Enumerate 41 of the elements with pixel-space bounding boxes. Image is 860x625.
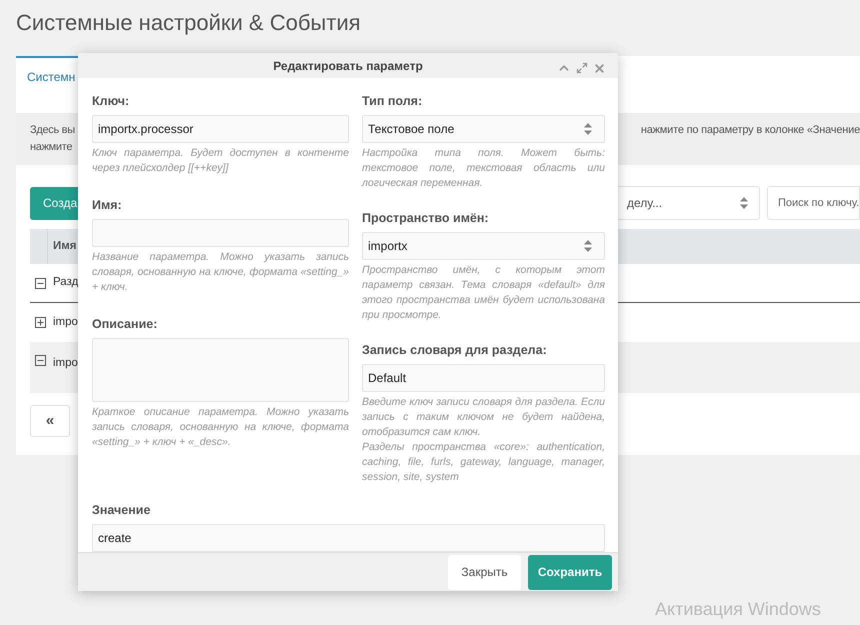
help-text: Разделы пространства «core»: authentication, caching, file, furls, gateway, language, manager, session, site, system: [362, 440, 605, 486]
help-text: Ключ параметра. Будет доступен в контенте через плейсхолдер [[++key]]: [92, 146, 349, 176]
help-text: Краткое описание параметра. Можно указать запись словаря, основанную на ключе, формата «setting_» + ключ + «_desc».: [92, 405, 349, 450]
field-label: Имя:: [92, 198, 123, 214]
field-label: Пространство имён:: [362, 211, 490, 226]
textarea-field[interactable]: [92, 338, 349, 402]
minus-box-icon[interactable]: [35, 278, 46, 288]
text-field[interactable]: Default: [362, 364, 605, 392]
dialog-title: Редактировать параметр: [273, 58, 423, 75]
sort-arrows-icon: [584, 240, 592, 252]
close-button[interactable]: Закрыть: [448, 554, 521, 590]
select-field[interactable]: importx: [362, 232, 605, 260]
field-label: Тип поля:: [362, 94, 424, 110]
text-field[interactable]: importx.processor: [92, 115, 349, 144]
field-label: Описание:: [92, 317, 158, 332]
description-text: Здесь вы: [30, 123, 75, 138]
row-label: impo: [53, 314, 78, 330]
field-label: Запись словаря для раздела:: [362, 343, 548, 358]
value-field[interactable]: create: [92, 524, 605, 552]
search-field[interactable]: Поиск по ключу.: [767, 186, 860, 220]
help-text: Введите ключ записи словаря для раздела. Если запись с таким ключом не будет найдена, отобразится сам ключ.: [362, 395, 605, 440]
sort-arrows-icon: [740, 197, 748, 209]
field-label: Значение: [92, 503, 152, 518]
field-label: Ключ:: [92, 94, 130, 110]
page-title: Системные настройки & События: [15, 9, 362, 37]
description-text: нажмите по параметру в колонке «Значение: [640, 123, 860, 138]
column-header[interactable]: Имя: [53, 238, 76, 256]
row-label: Разд: [53, 275, 78, 290]
description-text: нажмите: [30, 140, 74, 155]
expand-icon[interactable]: [576, 62, 588, 74]
text-field[interactable]: [92, 219, 349, 248]
help-text: Пространство имён, с которым этот параметр связан. Тема словаря «default» для этого пространства имён будет использована при просмотре.: [362, 263, 605, 324]
plus-box-icon[interactable]: [35, 317, 46, 328]
row-label: impo: [53, 356, 78, 371]
sort-arrows-icon: [584, 123, 592, 136]
double-chevron-left-icon: «: [46, 410, 54, 432]
close-icon[interactable]: [593, 62, 606, 74]
help-text: Название параметра. Можно указать запись словаря, основанную на ключе, формата «setting_» + ключ.: [92, 250, 349, 296]
select-field[interactable]: Текстовое поле: [362, 115, 605, 144]
minus-box-icon[interactable]: [35, 355, 46, 366]
first-page-button[interactable]: «: [30, 405, 70, 437]
